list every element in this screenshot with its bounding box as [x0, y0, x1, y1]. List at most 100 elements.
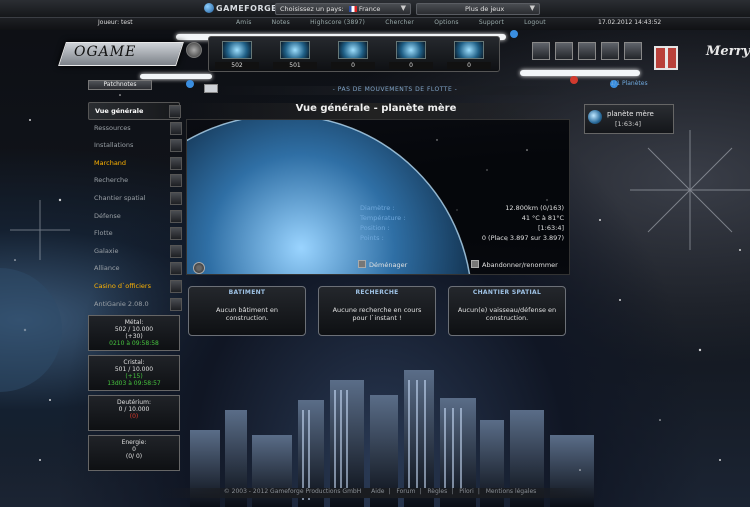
link-logout[interactable]: Logout [524, 19, 546, 26]
menu-side-icon[interactable] [170, 262, 182, 276]
menu-side-icon[interactable] [170, 279, 182, 293]
copyright: © 2003 - 2012 Gameforge Productions GmbH [223, 488, 362, 495]
production-text: Aucun(e) vaisseau/défense en constructio… [457, 306, 557, 322]
resblock-rate: (+15) [125, 373, 143, 380]
menu-item[interactable]: Marchand [88, 155, 182, 173]
menu-side-icon[interactable] [170, 156, 182, 170]
link-support[interactable]: Support [479, 19, 504, 26]
menu-item-label: AntiGanie 2.08.0 [94, 299, 149, 308]
resource-energy[interactable]: 0 [389, 41, 433, 69]
resblock-metal[interactable]: Métal: 502 / 10.000 (+30) 0210 à 09:58:5… [88, 315, 180, 351]
menu-side-icon[interactable] [170, 297, 182, 311]
resblock-deuterium[interactable]: Deutérium: 0 / 10.000 (0) [88, 395, 180, 431]
footer-link-pillory[interactable]: Pilori [459, 488, 474, 495]
resblock-title: Métal: [124, 319, 144, 326]
menu-item[interactable]: AntiGanie 2.08.0 [88, 296, 182, 314]
menu-item[interactable]: Recherche [88, 172, 182, 190]
move-planet-button[interactable]: Déménager [358, 260, 407, 269]
resource-crystal[interactable]: 501 [273, 41, 317, 69]
officer-technocrat-icon[interactable] [624, 42, 642, 60]
production-text: Aucune recherche en cours pour l`instant… [332, 306, 422, 322]
production-shipyard: CHANTIER SPATIAL Aucun(e) vaisseau/défen… [448, 286, 566, 336]
gift-icon[interactable] [654, 46, 678, 70]
planet-thumb-icon [588, 110, 602, 124]
menu-item-label: Alliance [94, 264, 120, 273]
menu-item[interactable]: Défense [88, 208, 182, 226]
officer-engineer-icon[interactable] [578, 42, 596, 60]
resource-bar: 502 501 0 0 0 [208, 36, 500, 72]
gameforge-logo[interactable]: GAMEFORGE [204, 3, 277, 13]
patchnotes-button[interactable]: Patchnotes [88, 80, 152, 90]
planet-entry-coords: [1:63:4] [615, 120, 641, 128]
planet-info-panel: Diamètre : 12.800km (0/163) Température : 4… [358, 203, 566, 245]
planet-info-row: Température : 41 °C à 81°C [358, 213, 566, 223]
link-options[interactable]: Options [434, 19, 459, 26]
bauble-icon [570, 76, 578, 84]
menu-item-label: Installations [94, 141, 134, 150]
menu-item[interactable]: Galaxie [88, 243, 182, 261]
footer-link-help[interactable]: Aide [371, 488, 384, 495]
gear-icon[interactable] [186, 42, 202, 58]
planet-list-item[interactable]: planète mère [1:63:4] [584, 104, 674, 134]
production-research: RECHERCHE Aucune recherche en cours pour… [318, 286, 436, 336]
link-search[interactable]: Chercher [385, 19, 414, 26]
gameforge-topbar: GAMEFORGE Choisissez un pays: France ▼ P… [0, 0, 750, 18]
resblock-title: Energie: [121, 439, 147, 446]
footer-link-forum[interactable]: Forum [396, 488, 415, 495]
menu-item[interactable]: Installations [88, 137, 182, 155]
resource-deuterium[interactable]: 0 [331, 41, 375, 69]
menu-item[interactable]: Chantier spatial [88, 190, 182, 208]
more-games-select[interactable]: Plus de jeux ▼ [416, 3, 540, 15]
mail-icon[interactable] [204, 84, 218, 93]
link-notes[interactable]: Notes [272, 19, 290, 26]
chevron-down-icon: ▼ [529, 4, 535, 12]
resblock-energy[interactable]: Energie: 0 (0/ 0) [88, 435, 180, 471]
officer-geologist-icon[interactable] [601, 42, 619, 60]
fleet-movements[interactable]: - PAS DE MOUVEMENTS DE FLOTTE - [220, 86, 570, 95]
menu-item-label: Défense [94, 211, 121, 220]
resource-dark-matter[interactable]: 0 [447, 41, 491, 69]
game-header: Joueur: test Amis Notes Highscore (3897)… [0, 18, 750, 30]
resblock-amount: 501 / 10.000 [114, 366, 154, 373]
page-title: Vue générale - planète mère [186, 103, 566, 119]
menu-item[interactable]: Alliance [88, 260, 182, 278]
country-select[interactable]: Choisissez un pays: France ▼ [275, 3, 411, 15]
menu-side-icon[interactable] [169, 105, 181, 118]
planet-entry-name: planète mère [607, 110, 654, 118]
resource-metal[interactable]: 502 [215, 41, 259, 69]
officer-admiral-icon[interactable] [555, 42, 573, 60]
resblock-rate: (0) [129, 413, 139, 420]
menu-item[interactable]: Vue générale [88, 102, 181, 120]
officer-commander-icon[interactable] [532, 42, 550, 60]
more-games-label: Plus de jeux [465, 5, 505, 13]
menu-side-icon[interactable] [170, 174, 182, 188]
dark-matter-icon [454, 41, 484, 59]
camera-icon[interactable] [193, 262, 205, 274]
footer-link-rules[interactable]: Règles [427, 488, 447, 495]
menu-side-icon[interactable] [170, 244, 182, 258]
menu-side-icon[interactable] [170, 209, 182, 223]
menu-side-icon[interactable] [170, 139, 182, 153]
link-friends[interactable]: Amis [236, 19, 252, 26]
menu-side-icon[interactable] [170, 191, 182, 205]
deuterium-value: 0 [331, 62, 375, 69]
abandon-planet-button[interactable]: Abandonner/renommer [471, 260, 558, 269]
resblock-crystal[interactable]: Cristal: 501 / 10.000 (+15) 13d03 à 09:5… [88, 355, 180, 391]
gameforge-globe-icon [204, 3, 214, 13]
deuterium-icon [338, 41, 368, 59]
menu-item-label: Marchand [94, 158, 127, 167]
abandon-label: Abandonner/renommer [482, 261, 558, 269]
menu-side-icon[interactable] [170, 121, 182, 135]
link-highscore[interactable]: Highscore (3897) [310, 19, 365, 26]
move-icon [358, 260, 366, 268]
menu-item[interactable]: Casino d`officiers [88, 278, 182, 296]
menu-side-icon[interactable] [170, 227, 182, 241]
resblock-timer: 13d03 à 09:58:57 [107, 380, 161, 387]
menu-item[interactable]: Flotte [88, 225, 182, 243]
footer-link-legal[interactable]: Mentions légales [486, 488, 537, 495]
resblock-title: Cristal: [123, 359, 145, 366]
ogame-logo[interactable]: OGAME [74, 44, 174, 60]
resblock-rate: (0/ 0) [125, 453, 143, 460]
bauble-icon [186, 80, 194, 88]
menu-item[interactable]: Ressources [88, 120, 182, 138]
